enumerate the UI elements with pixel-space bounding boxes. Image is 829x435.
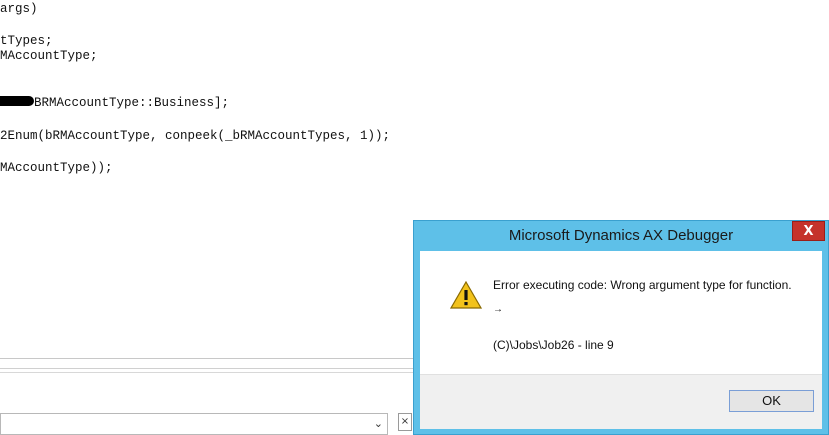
code-line: BRMAccountType::Business];	[34, 96, 230, 110]
error-location: (C)\Jobs\Job26 - line 9	[493, 338, 614, 352]
code-line: 2Enum(bRMAccountType, conpeek(_bRMAccoun…	[0, 129, 391, 143]
ok-button[interactable]: OK	[729, 390, 814, 412]
dialog-title: Microsoft Dynamics AX Debugger	[508, 227, 734, 244]
code-line: MAccountType;	[0, 49, 98, 63]
warning-icon	[450, 281, 482, 309]
dialog-footer: OK	[420, 374, 822, 429]
close-button[interactable]: X	[792, 221, 825, 241]
error-message: Error executing code: Wrong argument typ…	[493, 278, 792, 292]
close-icon[interactable]: ×	[398, 413, 412, 431]
debugger-dialog: Microsoft Dynamics AX Debugger X Error e…	[413, 220, 829, 435]
arrow-icon: →	[493, 304, 503, 315]
dropdown-select[interactable]: ⌄	[0, 413, 388, 435]
divider	[0, 372, 413, 377]
code-line: args)	[0, 2, 38, 16]
code-line: MAccountType));	[0, 161, 113, 175]
divider	[0, 358, 413, 359]
redaction-mark	[0, 96, 34, 106]
chevron-down-icon: ⌄	[373, 418, 383, 430]
code-line: tTypes;	[0, 34, 53, 48]
